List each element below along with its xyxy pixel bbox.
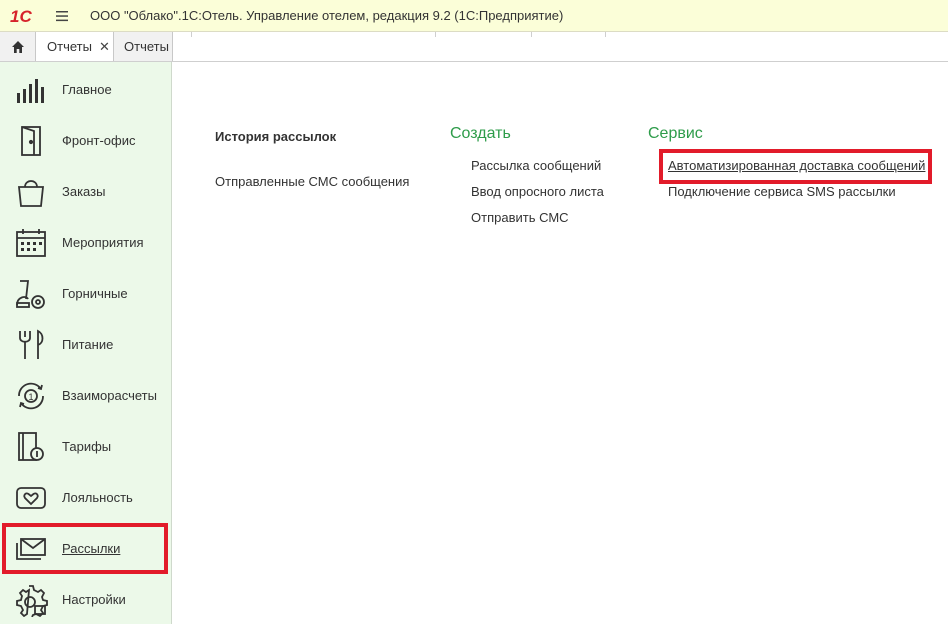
sidebar-item-label: Мероприятия (62, 235, 144, 250)
tab-label: Отчеты (124, 39, 169, 54)
sidebar-item-label: Фронт-офис (62, 133, 136, 148)
sidebar-item-events[interactable]: Мероприятия (0, 217, 171, 268)
link-survey-sheet[interactable]: Ввод опросного листа (471, 184, 604, 199)
sidebar-item-orders[interactable]: Заказы (0, 166, 171, 217)
sidebar-item-loyalty[interactable]: Лояльность (0, 472, 171, 523)
sidebar-item-label: Главное (62, 82, 112, 97)
sidebar-item-front-office[interactable]: Фронт-офис (0, 115, 171, 166)
sidebar-item-label: Тарифы (62, 439, 112, 454)
sidebar-item-settlements[interactable]: 1 Взаиморасчеты (0, 370, 171, 421)
sidebar-item-label: Рассылки (62, 541, 121, 556)
gear-icon (14, 583, 48, 618)
money-cycle-icon: 1 (14, 379, 48, 413)
price-list-icon (14, 430, 48, 464)
sidebar-item-mailings[interactable]: Рассылки (0, 523, 171, 574)
vacuum-cleaner-icon (14, 277, 48, 311)
sidebar-item-main[interactable]: Главное (0, 64, 171, 115)
calendar-icon (14, 226, 48, 260)
1c-logo-icon[interactable]: 1С (10, 6, 46, 26)
tab-label: Отчеты (47, 39, 92, 54)
svg-text:1С: 1С (10, 7, 32, 26)
tab-bar: Отчеты ✕ Отчеты (0, 32, 948, 62)
title-bar: 1С ООО "Облако".1С:Отель. Управление оте… (0, 0, 948, 32)
app-title: ООО "Облако".1С:Отель. Управление отелем… (90, 8, 564, 23)
hamburger-icon (56, 11, 68, 22)
sidebar-item-label: Лояльность (62, 490, 133, 505)
tab-bar-empty-area (172, 32, 948, 61)
sidebar: Главное Фронт-офис Заказы Мероприятия Го… (0, 62, 172, 624)
sidebar-item-tariffs[interactable]: Тарифы (0, 421, 171, 472)
sidebar-item-food[interactable]: Питание (0, 319, 171, 370)
home-icon (11, 40, 24, 53)
fork-knife-icon (14, 328, 48, 362)
link-sms-service-connection[interactable]: Подключение сервиса SMS рассылки (668, 184, 896, 199)
sidebar-item-label: Питание (62, 337, 114, 352)
link-sent-sms[interactable]: Отправленные СМС сообщения (215, 174, 409, 189)
tab-reports[interactable]: Отчеты (114, 32, 172, 61)
link-automated-delivery[interactable]: Автоматизированная доставка сообщений (668, 158, 925, 173)
heart-card-icon (14, 481, 48, 515)
section-header-service: Сервис (648, 125, 703, 142)
link-message-mailing[interactable]: Рассылка сообщений (471, 158, 601, 173)
home-tab[interactable] (0, 32, 36, 61)
sidebar-item-settings[interactable]: Настройки (0, 574, 171, 625)
link-send-sms[interactable]: Отправить СМС (471, 210, 569, 225)
bar-chart-icon (14, 73, 48, 107)
envelope-icon (14, 532, 48, 566)
sidebar-item-label: Горничные (62, 286, 128, 301)
main-menu-button[interactable] (54, 8, 70, 24)
sidebar-item-maids[interactable]: Горничные (0, 268, 171, 319)
sidebar-item-label: Заказы (62, 184, 106, 199)
section-header-create: Создать (450, 125, 511, 142)
sidebar-item-label: Взаиморасчеты (62, 388, 157, 403)
tab-close-icon[interactable]: ✕ (99, 39, 110, 55)
shopping-bag-icon (14, 175, 48, 209)
tab-reports-active[interactable]: Отчеты ✕ (36, 32, 114, 61)
sidebar-item-label: Настройки (62, 592, 126, 607)
svg-text:1: 1 (29, 392, 34, 402)
main-content: История рассылок Отправленные СМС сообще… (172, 62, 948, 624)
section-header-mailing-history: История рассылок (215, 129, 337, 144)
door-icon (14, 124, 48, 158)
